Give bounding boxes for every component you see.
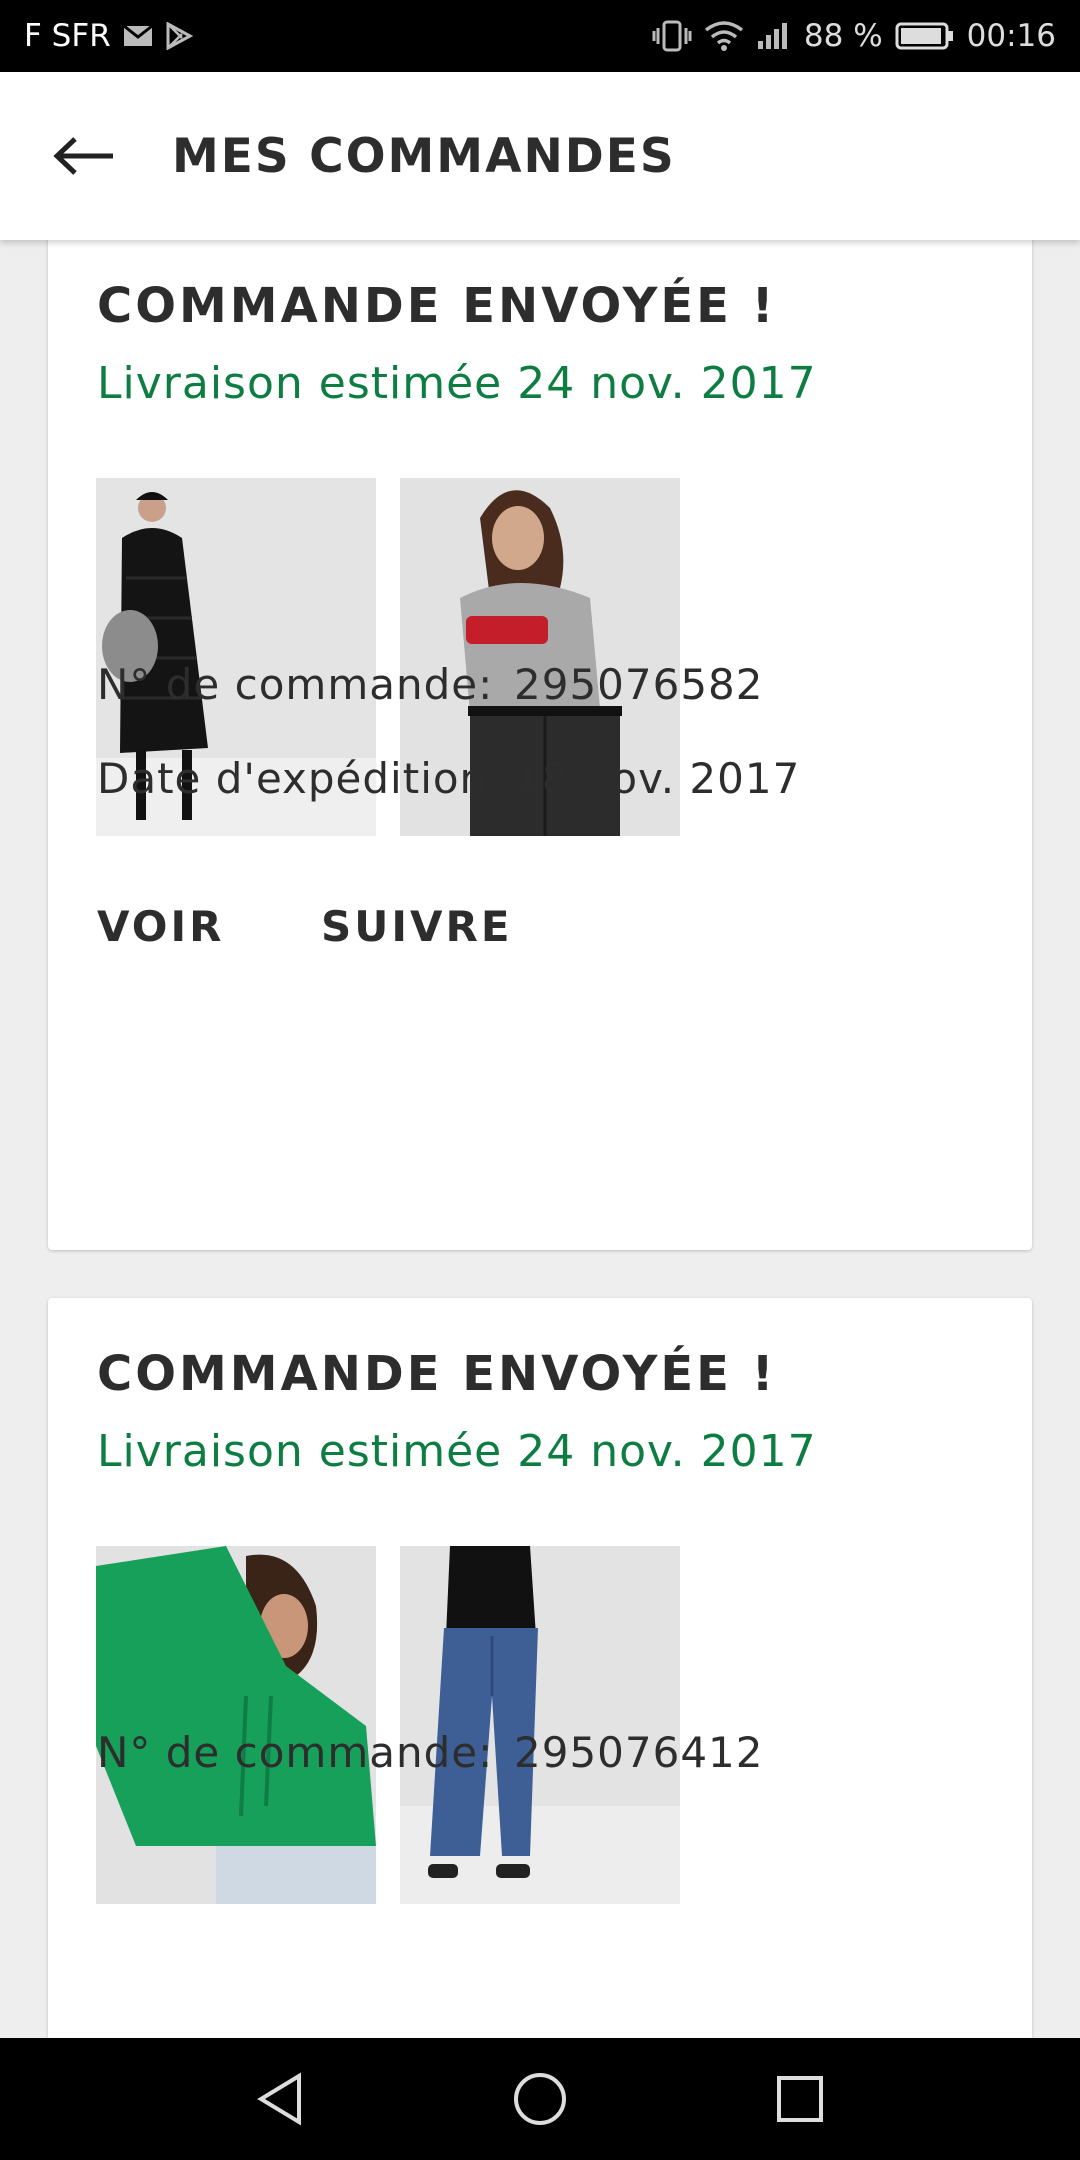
nav-home-button[interactable] bbox=[505, 2064, 575, 2134]
order-status-heading: COMMANDE ENVOYÉE ! bbox=[97, 278, 777, 334]
battery-icon bbox=[895, 21, 955, 51]
status-bar: F SFR 88 % 00:16 bbox=[0, 0, 1080, 72]
nav-recents-button[interactable] bbox=[765, 2064, 835, 2134]
view-order-button[interactable]: VOIR bbox=[97, 902, 224, 951]
mail-icon bbox=[122, 24, 153, 48]
order-status-heading: COMMANDE ENVOYÉE ! bbox=[97, 1346, 777, 1402]
estimated-delivery: Livraison estimée 24 nov. 2017 bbox=[97, 358, 817, 409]
nav-back-button[interactable] bbox=[245, 2064, 315, 2134]
vibrate-icon bbox=[652, 20, 692, 52]
order-number-value: 295076412 bbox=[514, 1728, 764, 1777]
arrow-left-icon bbox=[53, 137, 113, 175]
back-triangle-icon bbox=[257, 2072, 301, 2126]
product-thumbnail[interactable] bbox=[400, 1546, 680, 1904]
home-circle-icon bbox=[514, 2073, 566, 2125]
page-title: MES COMMANDES bbox=[172, 128, 676, 184]
back-button[interactable] bbox=[40, 111, 130, 201]
ship-date-label: Date d'expédition: bbox=[97, 754, 503, 803]
estimated-delivery: Livraison estimée 24 nov. 2017 bbox=[97, 1426, 817, 1477]
clock-time: 00:16 bbox=[966, 18, 1056, 54]
orders-list[interactable]: COMMANDE ENVOYÉE ! Livraison estimée 24 … bbox=[0, 240, 1080, 2038]
app-bar: MES COMMANDES bbox=[0, 72, 1080, 240]
ship-date-value: 18 nov. 2017 bbox=[514, 754, 801, 803]
signal-icon bbox=[756, 21, 792, 51]
carrier-label: F SFR bbox=[24, 18, 111, 54]
battery-percentage: 88 % bbox=[803, 18, 883, 54]
track-order-button[interactable]: SUIVRE bbox=[321, 902, 513, 951]
system-nav-bar bbox=[0, 2038, 1080, 2160]
order-number-label: N° de commande: bbox=[97, 660, 494, 709]
recents-square-icon bbox=[777, 2076, 823, 2122]
order-number-label: N° de commande: bbox=[97, 1728, 494, 1777]
order-card: COMMANDE ENVOYÉE ! Livraison estimée 24 … bbox=[48, 240, 1032, 1250]
order-card: COMMANDE ENVOYÉE ! Livraison estimée 24 … bbox=[48, 1298, 1032, 2038]
order-number-value: 295076582 bbox=[514, 660, 764, 709]
wifi-icon bbox=[704, 20, 744, 52]
product-thumbnail[interactable] bbox=[96, 1546, 376, 1904]
play-store-icon bbox=[165, 22, 193, 50]
